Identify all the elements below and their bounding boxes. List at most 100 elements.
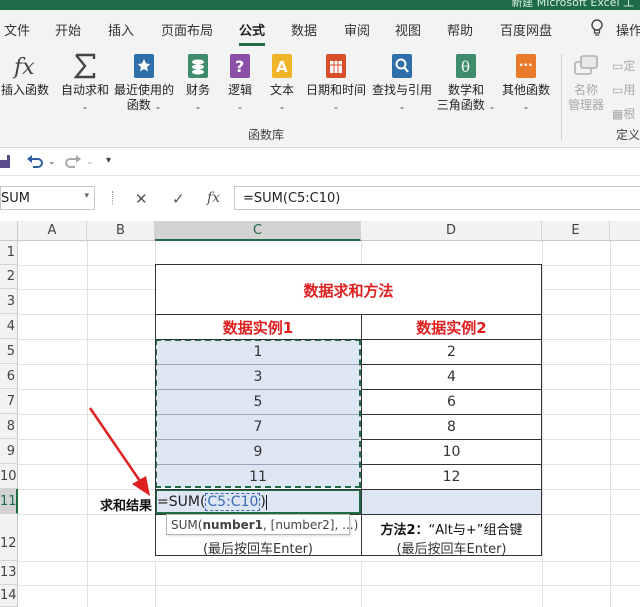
chevron-down-icon: ⌄	[278, 102, 286, 111]
row-header-13[interactable]: 13	[0, 561, 18, 585]
enter-icon[interactable]: ✓	[172, 190, 185, 208]
cell-d12-method2[interactable]: 方法2：“Alt与+”组合键	[361, 519, 542, 538]
row-header-7[interactable]: 7	[0, 389, 18, 414]
select-all-corner[interactable]	[0, 221, 18, 241]
row-header-11[interactable]: 11	[0, 489, 18, 514]
quick-access-toolbar: ⌄ ⌄ ▾	[0, 148, 640, 176]
red-arrow-annotation	[88, 407, 150, 496]
column-header-a[interactable]: A	[18, 221, 87, 241]
math-trig-button[interactable]: θ 数学和 三角函数 ⌄	[436, 52, 496, 114]
row-header-5[interactable]: 5	[0, 339, 18, 364]
tab-help[interactable]: 帮助	[447, 20, 473, 39]
cell-d7[interactable]: 6	[361, 394, 542, 410]
chevron-down-icon[interactable]: ⌄	[86, 157, 94, 175]
header-data-example-1: 数据实例1	[222, 319, 294, 337]
ribbon-separator	[561, 54, 562, 140]
row-header-2[interactable]: 2	[0, 265, 18, 289]
chevron-down-icon: ⌄	[522, 102, 530, 111]
cell-c10[interactable]: 11	[155, 469, 361, 485]
math-trig-icon: θ	[456, 54, 476, 78]
table-border	[361, 314, 362, 556]
tab-home[interactable]: 开始	[55, 20, 81, 39]
chevron-down-icon: ⌄	[194, 102, 202, 111]
autosum-button[interactable]: 自动求和 ⌄	[58, 52, 112, 114]
recently-used-button[interactable]: 最近使用的 函数 ⌄	[113, 52, 175, 114]
name-box[interactable]: SUM ▾	[0, 186, 95, 210]
insert-function-button[interactable]: fx 插入函数	[0, 52, 50, 98]
more-functions-button[interactable]: ··· 其他函数 ⌄	[500, 52, 552, 114]
column-header-d[interactable]: D	[361, 221, 542, 241]
table-border	[361, 364, 542, 365]
cell-d9[interactable]: 10	[361, 444, 542, 460]
use-in-formula-button[interactable]: ▭用	[612, 78, 635, 102]
row-header-9[interactable]: 9	[0, 439, 18, 464]
row-header-10[interactable]: 10	[0, 464, 18, 489]
formula-range-reference: C5:C10	[205, 493, 261, 511]
cell-c9[interactable]: 9	[155, 444, 361, 460]
tab-tell-me[interactable]: 操作	[616, 20, 640, 39]
tab-view[interactable]: 视图	[395, 20, 421, 39]
ribbon-tabs: 文件 开始 插入 页面布局 公式 数据 审阅 视图 帮助 百度网盘 操作	[0, 10, 640, 48]
cell-d8[interactable]: 8	[361, 419, 542, 435]
text-cursor	[265, 494, 267, 510]
ribbon-formulas: fx 插入函数 自动求和 ⌄ 最近使用的 函数 ⌄ 财务 ⌄ ? 逻辑 ⌄ A …	[0, 48, 640, 148]
cancel-icon[interactable]: ✕	[135, 190, 148, 208]
lightbulb-icon[interactable]	[590, 19, 604, 37]
table-border	[155, 555, 542, 556]
financial-button[interactable]: 财务 ⌄	[180, 52, 216, 114]
undo-icon[interactable]	[25, 153, 45, 171]
lookup-reference-button[interactable]: 查找与引用 ⌄	[370, 52, 434, 114]
define-name-button[interactable]: ▭定	[612, 54, 635, 78]
tab-review[interactable]: 审阅	[344, 20, 370, 39]
name-manager-button[interactable]: 名称 管理器	[566, 52, 606, 113]
column-header-f[interactable]	[610, 221, 640, 241]
tab-page-layout[interactable]: 页面布局	[161, 20, 213, 39]
insert-function-icon[interactable]: fx	[207, 190, 220, 206]
redo-icon[interactable]	[63, 153, 83, 171]
cell-d6[interactable]: 4	[361, 369, 542, 385]
table-border	[361, 389, 542, 390]
splitter-handle[interactable]	[112, 191, 114, 205]
cell-c11-formula[interactable]: =SUM(C5:C10)	[157, 493, 267, 511]
chevron-down-icon: ▾	[84, 191, 89, 201]
cell-c6[interactable]: 3	[155, 369, 361, 385]
row-header-4[interactable]: 4	[0, 314, 18, 339]
lookup-reference-icon	[392, 54, 412, 78]
chevron-down-icon: ⌄	[81, 102, 89, 111]
chevron-down-icon[interactable]: ⌄	[48, 157, 56, 175]
cell-c8[interactable]: 7	[155, 419, 361, 435]
row-header-12[interactable]: 12	[0, 514, 18, 561]
cell-c5[interactable]: 1	[155, 344, 361, 360]
logical-button[interactable]: ? 逻辑 ⌄	[224, 52, 256, 114]
tab-insert[interactable]: 插入	[108, 20, 134, 39]
group-label-function-library: 函数库	[248, 128, 285, 142]
create-from-selection-button[interactable]: ▦根	[612, 102, 635, 126]
finance-icon	[188, 54, 208, 78]
row-header-3[interactable]: 3	[0, 289, 18, 314]
svg-text:θ: θ	[461, 58, 470, 76]
tab-formulas[interactable]: 公式	[239, 20, 266, 46]
date-time-button[interactable]: 日期和时间 ⌄	[304, 52, 368, 114]
column-header-e[interactable]: E	[542, 221, 610, 241]
customize-toolbar-icon[interactable]: ▾	[106, 155, 111, 173]
tab-baidu-netdisk[interactable]: 百度网盘	[500, 20, 552, 39]
formula-input[interactable]: =SUM(C5:C10)	[234, 186, 640, 210]
function-argument-tooltip[interactable]: SUM(number1, [number2], ...)	[166, 514, 358, 535]
column-header-b[interactable]: B	[87, 221, 155, 241]
cell-d5[interactable]: 2	[361, 344, 542, 360]
tab-file[interactable]: 文件	[4, 20, 30, 39]
column-header-c[interactable]: C	[155, 221, 361, 241]
text-button[interactable]: A 文本 ⌄	[266, 52, 298, 114]
cell-c7[interactable]: 5	[155, 394, 361, 410]
row-header-6[interactable]: 6	[0, 364, 18, 389]
cell-d11[interactable]	[361, 489, 542, 514]
cell-d10[interactable]: 12	[361, 469, 542, 485]
row-header-1[interactable]: 1	[0, 241, 18, 265]
table-border	[155, 489, 542, 490]
title-bar: 新建 Microsoft Excel 工	[0, 0, 640, 10]
svg-text:?: ?	[235, 57, 244, 76]
row-header-8[interactable]: 8	[0, 414, 18, 439]
save-icon[interactable]	[0, 153, 12, 171]
row-header-14[interactable]: 14	[0, 585, 18, 607]
tab-data[interactable]: 数据	[291, 20, 317, 39]
